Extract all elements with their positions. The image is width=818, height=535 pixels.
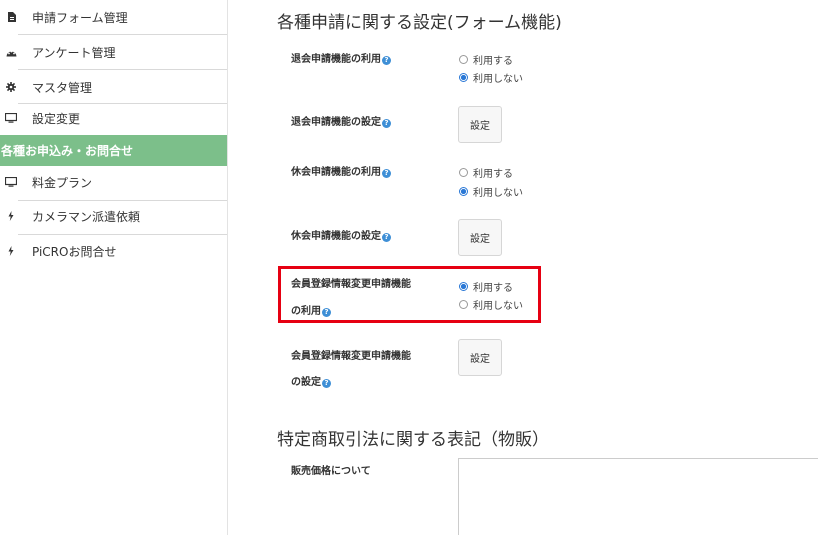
radio-circle[interactable] — [459, 168, 468, 177]
help-icon[interactable]: ? — [322, 379, 331, 388]
withdrawal-settings-button[interactable]: 設定 — [458, 106, 502, 143]
sidebar-item-master[interactable]: マスタ管理 — [0, 70, 227, 104]
member-change-usage-label-line1: 会員登録情報変更申請機能 — [291, 279, 411, 290]
help-icon[interactable]: ? — [322, 308, 331, 317]
sidebar-item-picro-contact[interactable]: PiCROお問合せ — [0, 234, 227, 268]
sidebar-item-label: アンケート管理 — [32, 45, 116, 60]
file-icon — [5, 12, 17, 22]
suspension-settings-label: 休会申請機能の設定? — [291, 227, 391, 242]
sidebar-item-settings[interactable]: 設定変更 — [0, 101, 227, 135]
radio-circle[interactable] — [459, 55, 468, 64]
bolt-icon — [5, 211, 17, 221]
member-change-settings-label-line2: の設定? — [291, 373, 331, 388]
sales-price-textarea[interactable] — [458, 458, 818, 535]
help-icon[interactable]: ? — [382, 56, 391, 65]
radio-circle-selected[interactable] — [459, 187, 468, 196]
sales-price-label: 販売価格について — [291, 466, 371, 477]
help-icon[interactable]: ? — [382, 119, 391, 128]
suspension-use-radio[interactable]: 利用する — [459, 165, 513, 180]
suspension-settings-button[interactable]: 設定 — [458, 219, 502, 256]
sidebar-item-photographer-request[interactable]: カメラマン派遣依頼 — [0, 199, 227, 233]
sidebar-item-label: マスタ管理 — [32, 80, 93, 95]
desktop-icon — [5, 177, 17, 187]
sidebar-item-application-form[interactable]: 申請フォーム管理 — [0, 0, 227, 34]
member-change-usage-label-line2: の利用? — [291, 302, 331, 317]
suspension-usage-label: 休会申請機能の利用? — [291, 163, 391, 178]
sidebar-item-label: 料金プラン — [32, 175, 93, 190]
sidebar-section-header: 各種お申込み・お問合せ — [0, 135, 227, 166]
dashboard-icon — [5, 48, 17, 57]
sidebar-item-label: カメラマン派遣依頼 — [32, 209, 141, 224]
suspension-not-use-radio[interactable]: 利用しない — [459, 184, 523, 199]
withdrawal-settings-label: 退会申請機能の設定? — [291, 113, 391, 128]
sidebar: 申請フォーム管理 アンケート管理 マスタ管理 設定変更 各種お申込み・お問合せ … — [0, 0, 228, 535]
sidebar-item-label: PiCROお問合せ — [32, 244, 117, 259]
help-icon[interactable]: ? — [382, 169, 391, 178]
member-change-use-radio[interactable]: 利用する — [459, 279, 513, 294]
sidebar-item-label: 申請フォーム管理 — [32, 10, 128, 25]
gear-icon — [5, 82, 17, 92]
radio-circle-selected[interactable] — [459, 73, 468, 82]
member-change-settings-button[interactable]: 設定 — [458, 339, 502, 376]
sidebar-item-label: 設定変更 — [32, 111, 81, 126]
withdrawal-not-use-radio[interactable]: 利用しない — [459, 70, 523, 85]
desktop-icon — [5, 113, 17, 123]
withdrawal-use-radio[interactable]: 利用する — [459, 52, 513, 67]
help-icon[interactable]: ? — [382, 233, 391, 242]
radio-circle[interactable] — [459, 300, 468, 309]
section-title-commercial-transactions: 特定商取引法に関する表記（物販） — [277, 430, 549, 450]
sidebar-item-pricing[interactable]: 料金プラン — [0, 165, 227, 199]
radio-circle-selected[interactable] — [459, 282, 468, 291]
member-change-settings-label-line1: 会員登録情報変更申請機能 — [291, 351, 411, 362]
member-change-not-use-radio[interactable]: 利用しない — [459, 297, 523, 312]
section-title-form-settings: 各種申請に関する設定(フォーム機能) — [277, 13, 562, 33]
bolt-icon — [5, 246, 17, 256]
withdrawal-usage-label: 退会申請機能の利用? — [291, 50, 391, 65]
sidebar-item-survey[interactable]: アンケート管理 — [0, 35, 227, 69]
